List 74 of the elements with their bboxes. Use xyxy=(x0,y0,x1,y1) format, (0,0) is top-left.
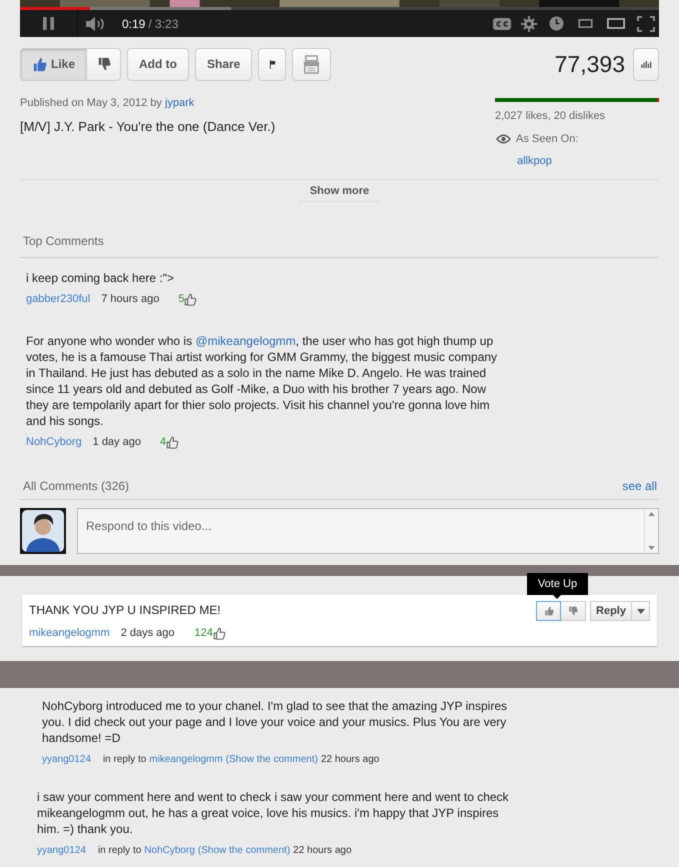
video-title: [M/V] J.Y. Park - You're the one (Dance Ver.) xyxy=(20,118,276,136)
comment-author[interactable]: gabber230ful xyxy=(26,290,90,308)
statistics-button[interactable] xyxy=(633,48,659,81)
vote-count: 5 xyxy=(178,292,184,307)
show-comment-link[interactable]: (Show the comment) xyxy=(226,752,318,767)
reply-author[interactable]: yyang0124 xyxy=(37,843,86,858)
eye-icon xyxy=(496,134,511,144)
clock-icon[interactable] xyxy=(549,16,564,31)
section-heading: All Comments (326) xyxy=(23,478,130,495)
vote-count: 124 xyxy=(194,626,213,641)
comment-text: THANK YOU JYP U INSPIRED ME! xyxy=(29,602,222,619)
in-reply-to-label: in reply to xyxy=(98,844,142,858)
comment-text: For anyone who wonder who is @mikeangelogmm, the user who has got high thump up votes, he is a famouse Thai artist working for GMM Grammy, the biggest music company in Thailand. He just has debuted as a solo in the name Mike D. Angelo. He was trained since 11 years old and debuted as Golf -Mike, a Duo with his brother 7 years ago. Now they are tempolarily apart for thier solo projects. Visit his channel you're gonna love him and his songs. xyxy=(26,333,498,429)
thumbs-down-icon xyxy=(568,606,578,616)
flag-button[interactable] xyxy=(258,48,286,81)
large-player-icon[interactable] xyxy=(607,18,625,29)
like-button[interactable]: Like xyxy=(20,48,87,81)
reply-target-link[interactable]: NohCyborg xyxy=(144,843,195,858)
flag-icon xyxy=(268,60,276,69)
thumbs-down-icon xyxy=(96,57,110,72)
avatar xyxy=(20,508,66,554)
as-seen-on-label: As Seen On: xyxy=(516,132,578,147)
captions-icon[interactable] xyxy=(493,18,511,30)
caret-icon xyxy=(636,608,644,614)
transcript-button[interactable] xyxy=(292,48,332,81)
published-info: Published on May 3, 2012 by jypark xyxy=(20,96,196,110)
pause-icon xyxy=(43,17,54,30)
current-time: 0:19 xyxy=(122,16,146,32)
settings-icon[interactable] xyxy=(521,16,537,32)
reply-author[interactable]: yyang0124 xyxy=(42,752,91,767)
ratings-text: 2,027 likes, 20 dislikes xyxy=(495,108,606,124)
section-heading: Top Comments xyxy=(23,234,104,248)
reply-time: 22 hours ago xyxy=(293,844,352,858)
fullscreen-icon[interactable] xyxy=(637,16,655,32)
comment-time: 7 hours ago xyxy=(101,292,160,307)
reply-text: i saw your comment here and went to check i saw your comment here and went to check mikeangelogmm out, he has a great voice, love his musics. i'm happy that JYP inspires him. =) thank you. xyxy=(37,789,509,837)
small-player-icon[interactable] xyxy=(578,19,593,28)
thumbs-up-icon xyxy=(166,436,180,448)
show-comment-link[interactable]: (Show the comment) xyxy=(198,843,290,858)
reply-button[interactable]: Reply xyxy=(590,601,632,621)
action-button[interactable]: Add to xyxy=(127,48,189,81)
reply-target-link[interactable]: mikeangelogmm xyxy=(149,752,223,767)
dislike-button[interactable] xyxy=(87,48,121,81)
printer-icon xyxy=(302,54,322,74)
see-all-link[interactable]: see all xyxy=(622,477,657,495)
thumbs-up-icon xyxy=(212,626,226,640)
scroll-up-icon[interactable] xyxy=(648,512,655,516)
action-button[interactable]: Share xyxy=(195,48,252,81)
respond-field[interactable]: Respond to this video... xyxy=(77,508,659,554)
more-options-button[interactable] xyxy=(632,601,650,621)
total-time: / 3:23 xyxy=(148,16,178,32)
scroll-down-icon[interactable] xyxy=(648,546,655,550)
reply-text: NohCyborg introduced me to your chanel. I'm glad to see that the amazing JYP inspires you. I did check out your page and I love your voice and your musics. Plus You are very handsome! =D xyxy=(42,698,508,746)
mention-link[interactable]: @mikeangelogmm xyxy=(195,334,296,348)
thumbs-up-icon xyxy=(184,292,198,306)
vote-up-button[interactable] xyxy=(536,601,562,621)
comment-author[interactable]: NohCyborg xyxy=(26,434,82,450)
volume-icon xyxy=(86,16,106,30)
vote-down-button[interactable] xyxy=(561,601,586,621)
view-count: 77,393 xyxy=(554,50,625,79)
author-link[interactable]: jypark xyxy=(164,96,194,108)
comment-text: i keep coming back here :"> xyxy=(26,270,176,286)
progress-track[interactable] xyxy=(20,7,659,10)
reply-time: 22 hours ago xyxy=(320,753,380,767)
thumbs-up-icon xyxy=(32,56,47,72)
vote-count: 4 xyxy=(160,434,166,450)
thumbs-up-icon xyxy=(544,606,554,616)
in-reply-to-label: in reply to xyxy=(102,753,146,767)
comment-time: 2 days ago xyxy=(120,626,175,641)
bar-chart-icon xyxy=(640,60,652,68)
comment-author[interactable]: mikeangelogmm xyxy=(29,624,110,642)
comment-time: 1 day ago xyxy=(92,434,141,450)
source-link[interactable]: allkpop xyxy=(517,152,659,169)
show-more-button[interactable]: Show more xyxy=(298,180,382,202)
